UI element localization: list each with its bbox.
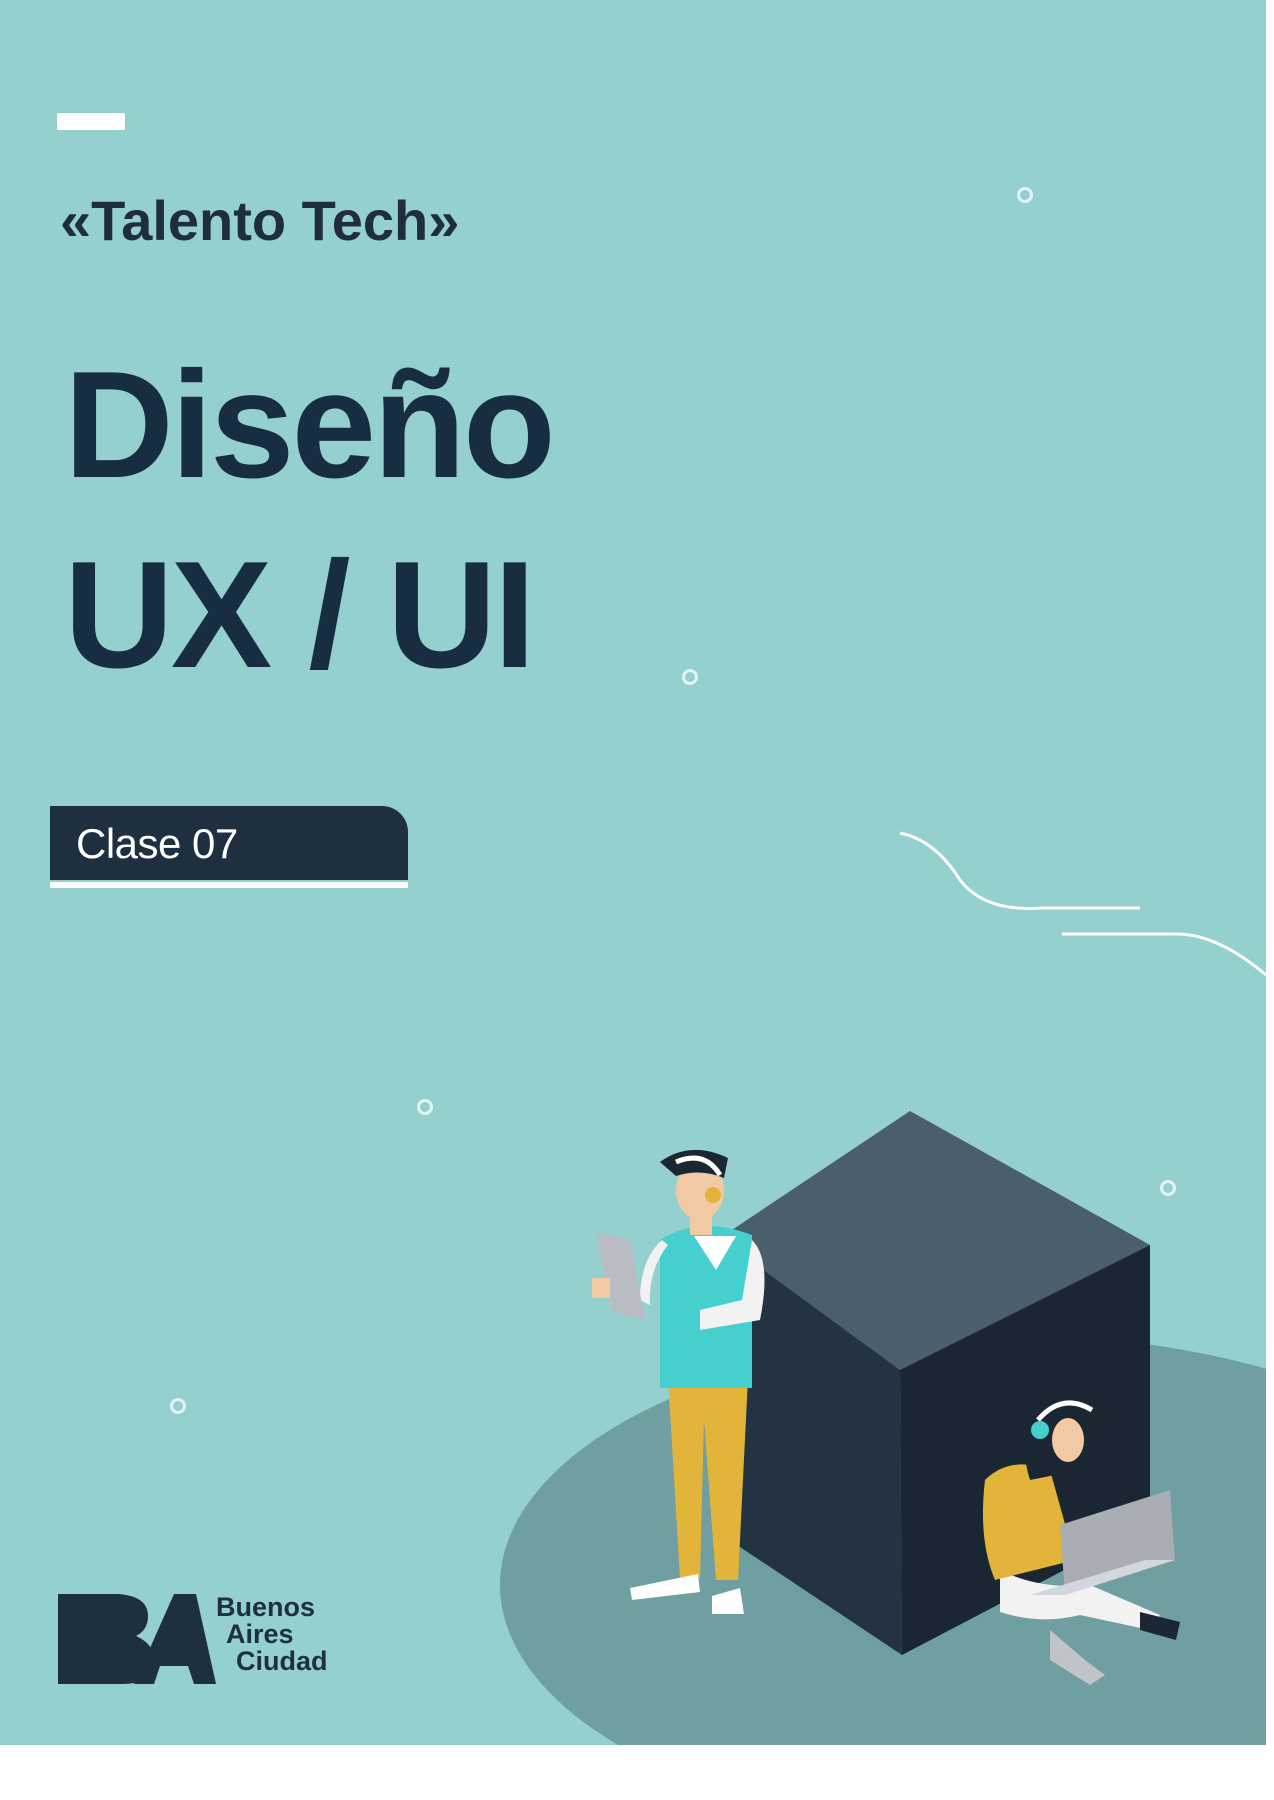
decorative-circle-icon <box>417 1099 433 1115</box>
ba-logo-icon <box>58 1594 216 1684</box>
decorative-circle-icon <box>1160 1180 1176 1196</box>
class-tag-label: Clase 07 <box>76 820 238 867</box>
wave-line-upper <box>899 831 1140 910</box>
title-line-2: UX / UI <box>64 530 536 700</box>
logo-line-2: Aires <box>226 1619 294 1649</box>
class-tag: Clase 07 <box>50 806 408 880</box>
logo-line-3: Ciudad <box>236 1646 328 1676</box>
class-tag-underline <box>50 882 408 888</box>
buenos-aires-logo: Buenos Aires Ciudad <box>56 1594 366 1684</box>
top-accent-dash <box>57 113 125 130</box>
page-title: Diseño UX / UI <box>64 330 556 710</box>
wave-line-lower <box>1062 932 1266 977</box>
decorative-circle-icon <box>170 1398 186 1414</box>
decorative-circle-icon <box>682 669 698 685</box>
cover-page: «Talento Tech» Diseño UX / UI Clase 07 B… <box>0 0 1266 1745</box>
decorative-circle-icon <box>1017 187 1033 203</box>
brand-name: «Talento Tech» <box>60 189 460 252</box>
title-line-1: Diseño <box>64 340 556 510</box>
logo-text: Buenos Aires Ciudad <box>216 1594 328 1675</box>
logo-line-1: Buenos <box>216 1592 316 1622</box>
